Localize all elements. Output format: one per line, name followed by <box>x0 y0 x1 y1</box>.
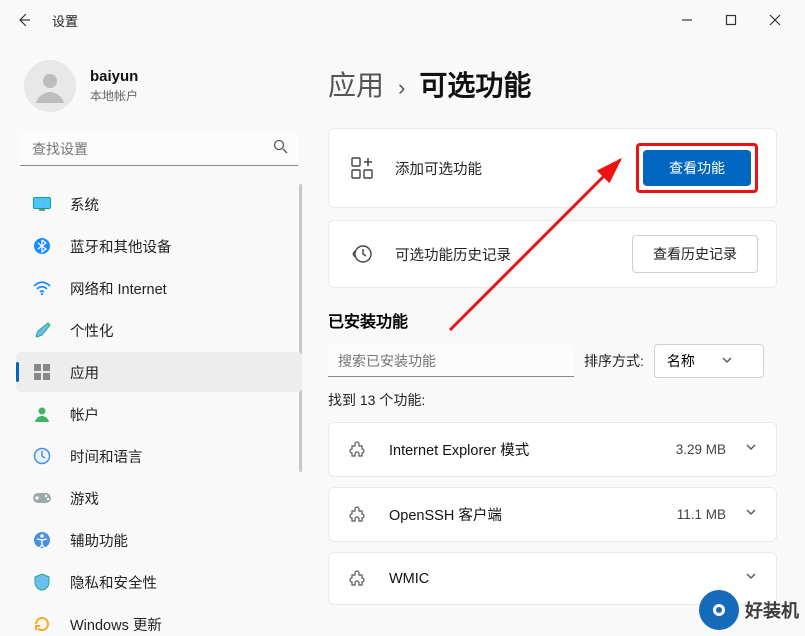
sidebar-item-network[interactable]: 网络和 Internet <box>16 268 302 308</box>
back-button[interactable] <box>8 4 40 36</box>
add-app-icon <box>347 157 377 179</box>
nav: 系统 蓝牙和其他设备 网络和 Internet 个性化 应用 帐户 <box>16 184 302 636</box>
profile-name: baiyun <box>90 68 138 85</box>
account-icon <box>30 406 54 422</box>
puzzle-icon <box>347 570 369 588</box>
bluetooth-icon <box>30 237 54 255</box>
sort-label: 排序方式: <box>584 351 644 371</box>
page-title: 可选功能 <box>419 64 531 104</box>
sidebar: baiyun 本地帐户 系统 蓝牙和其他设备 网络和 Internet <box>0 40 310 636</box>
profile-block[interactable]: baiyun 本地帐户 <box>16 48 302 132</box>
shield-icon <box>30 573 54 591</box>
add-feature-label: 添加可选功能 <box>395 158 482 179</box>
feature-name: WMIC <box>389 571 429 587</box>
sidebar-item-privacy[interactable]: 隐私和安全性 <box>16 562 302 602</box>
sidebar-item-label: 网络和 Internet <box>70 278 167 299</box>
sidebar-item-label: 辅助功能 <box>70 530 128 551</box>
minimize-button[interactable] <box>665 4 709 36</box>
feature-name: OpenSSH 客户端 <box>389 504 502 525</box>
watermark-logo-icon <box>699 590 739 630</box>
sidebar-item-label: 隐私和安全性 <box>70 572 157 593</box>
sidebar-item-accounts[interactable]: 帐户 <box>16 394 302 434</box>
sidebar-item-gaming[interactable]: 游戏 <box>16 478 302 518</box>
puzzle-icon <box>347 441 369 459</box>
app-title: 设置 <box>52 11 78 30</box>
sidebar-item-label: 帐户 <box>70 404 99 425</box>
search-installed[interactable] <box>328 345 574 377</box>
close-button[interactable] <box>753 4 797 36</box>
sidebar-item-label: 系统 <box>70 194 99 215</box>
search-input[interactable] <box>20 132 298 166</box>
breadcrumb-parent[interactable]: 应用 <box>328 64 384 104</box>
view-history-button[interactable]: 查看历史记录 <box>632 235 758 273</box>
profile-subtitle: 本地帐户 <box>90 87 138 104</box>
sidebar-item-label: 应用 <box>70 362 99 383</box>
sidebar-item-accessibility[interactable]: 辅助功能 <box>16 520 302 560</box>
chevron-right-icon: › <box>398 75 405 101</box>
avatar <box>24 60 76 112</box>
sidebar-item-time-language[interactable]: 时间和语言 <box>16 436 302 476</box>
sidebar-item-bluetooth[interactable]: 蓝牙和其他设备 <box>16 226 302 266</box>
add-feature-card: 添加可选功能 查看功能 <box>328 128 777 208</box>
accessibility-icon <box>30 531 54 549</box>
watermark: 好装机 <box>699 590 799 630</box>
annotation-highlight: 查看功能 <box>636 143 758 193</box>
sidebar-item-label: 游戏 <box>70 488 99 509</box>
installed-section-title: 已安装功能 <box>328 308 777 332</box>
feature-name: Internet Explorer 模式 <box>389 439 529 460</box>
sort-value: 名称 <box>667 351 695 371</box>
sidebar-item-label: 蓝牙和其他设备 <box>70 236 172 257</box>
search-settings[interactable] <box>20 132 298 166</box>
history-label: 可选功能历史记录 <box>395 244 511 265</box>
apps-icon <box>30 364 54 380</box>
sidebar-item-label: 个性化 <box>70 320 114 341</box>
sidebar-item-label: 时间和语言 <box>70 446 143 467</box>
maximize-button[interactable] <box>709 4 753 36</box>
view-features-button[interactable]: 查看功能 <box>643 150 751 186</box>
history-card: 可选功能历史记录 查看历史记录 <box>328 220 777 288</box>
gamepad-icon <box>30 491 54 505</box>
maximize-icon <box>725 14 737 26</box>
feature-size: 11.1 MB <box>677 507 726 522</box>
chevron-down-icon <box>744 569 758 588</box>
puzzle-icon <box>347 506 369 524</box>
wifi-icon <box>30 281 54 295</box>
close-icon <box>769 14 781 26</box>
watermark-text: 好装机 <box>745 597 799 623</box>
history-icon <box>347 243 377 265</box>
arrow-left-icon <box>16 12 32 28</box>
sidebar-item-label: Windows 更新 <box>70 614 162 635</box>
sort-dropdown[interactable]: 名称 <box>654 344 764 378</box>
sidebar-item-update[interactable]: Windows 更新 <box>16 604 302 636</box>
breadcrumb: 应用 › 可选功能 <box>328 64 777 104</box>
search-icon <box>273 139 288 159</box>
update-icon <box>30 615 54 633</box>
sidebar-item-system[interactable]: 系统 <box>16 184 302 224</box>
system-icon <box>30 197 54 211</box>
chevron-down-icon <box>721 353 733 369</box>
result-count: 找到 13 个功能: <box>328 390 777 410</box>
chevron-down-icon <box>744 440 758 459</box>
sidebar-item-personalization[interactable]: 个性化 <box>16 310 302 350</box>
feature-item[interactable]: Internet Explorer 模式 3.29 MB <box>328 422 777 477</box>
minimize-icon <box>681 14 693 26</box>
brush-icon <box>30 321 54 339</box>
clock-globe-icon <box>30 447 54 465</box>
user-icon <box>31 67 69 105</box>
feature-item[interactable]: OpenSSH 客户端 11.1 MB <box>328 487 777 542</box>
search-installed-input[interactable] <box>328 345 574 377</box>
feature-size: 3.29 MB <box>676 442 726 457</box>
main-content: 应用 › 可选功能 添加可选功能 查看功能 可选功能历史记录 查看历史记录 <box>310 40 805 636</box>
chevron-down-icon <box>744 505 758 524</box>
sidebar-item-apps[interactable]: 应用 <box>16 352 302 392</box>
